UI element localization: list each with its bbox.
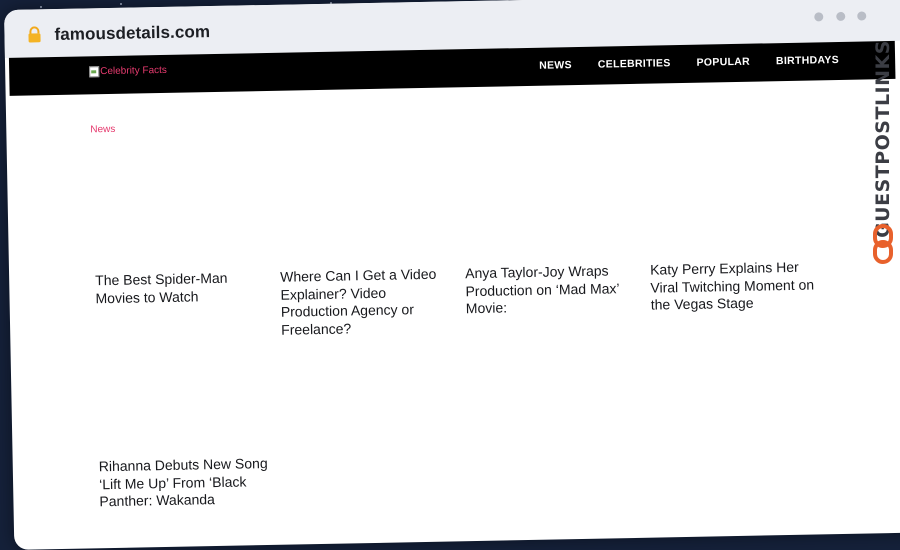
window-controls [806,7,867,26]
broken-image-icon [89,66,100,78]
site-logo[interactable]: Celebrity Facts [89,64,167,78]
address-bar-url[interactable]: famousdetails.com [54,22,210,45]
guestpostlinks-watermark: GUESTPOSTLINKS [870,40,896,274]
nav-link-birthdays[interactable]: BIRTHDAYS [776,54,839,67]
article-title-2[interactable]: Where Can I Get a Video Explainer? Video… [280,265,451,338]
watermark-text: GUESTPOSTLINKS [872,40,894,238]
nav-link-celebrities[interactable]: CELEBRITIES [598,57,671,70]
article-title-3[interactable]: Anya Taylor-Joy Wraps Production on ‘Mad… [465,262,636,318]
window-dot-3[interactable] [857,11,867,21]
window-dot-1[interactable] [814,12,824,22]
logo-alt-text: Celebrity Facts [100,64,167,78]
nav-menu: NEWS CELEBRITIES POPULAR BIRTHDAYS [539,53,865,72]
article-title-5[interactable]: Rihanna Debuts New Song ‘Lift Me Up’ Fro… [99,455,270,511]
browser-window: famousdetails.com Celebrity Facts NEWS C… [4,0,900,550]
chain-link-icon [873,224,893,264]
nav-link-news[interactable]: NEWS [539,59,572,72]
window-dot-2[interactable] [835,11,845,22]
nav-link-popular[interactable]: POPULAR [696,56,750,69]
article-title-1[interactable]: The Best Spider-Man Movies to Watch [95,269,266,307]
lock-icon [28,26,41,43]
main-content: News The Best Spider-Man Movies to Watch… [6,79,900,550]
category-label[interactable]: News [90,124,115,135]
article-title-4[interactable]: Katy Perry Explains Her Viral Twitching … [650,258,821,314]
